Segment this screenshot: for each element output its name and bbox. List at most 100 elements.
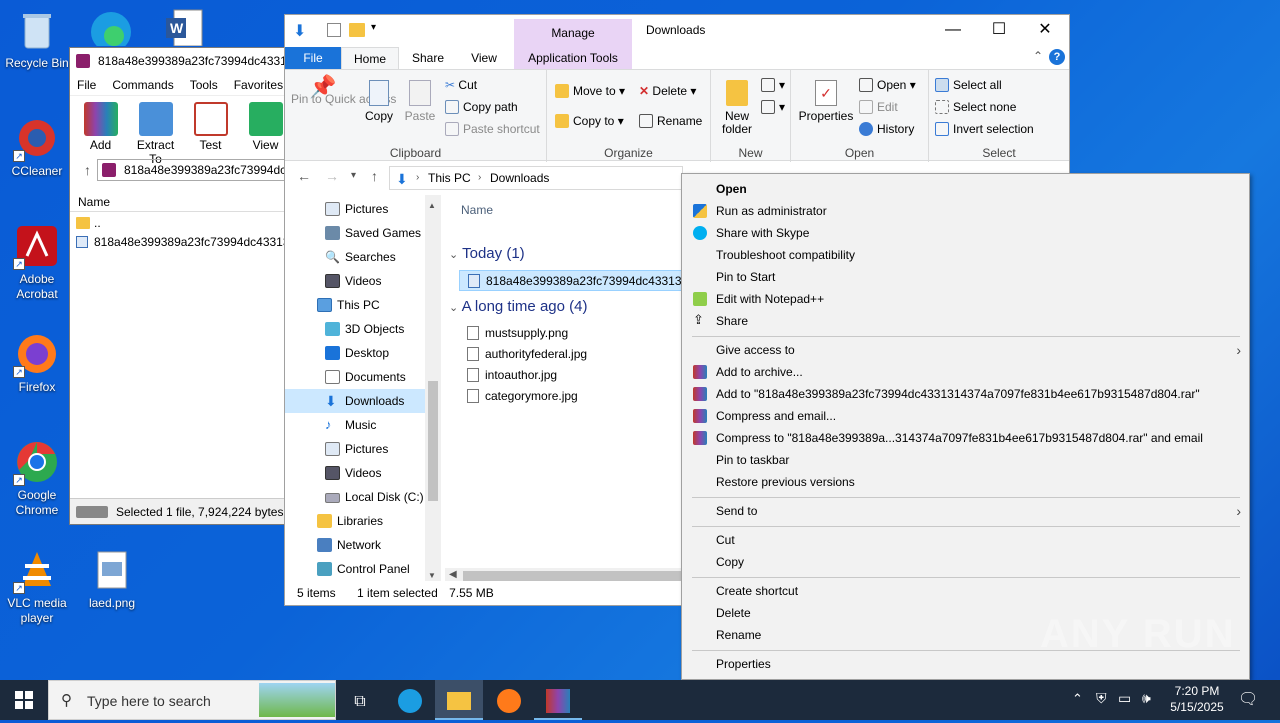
paste-shortcut-button[interactable]: Paste shortcut [445, 122, 540, 136]
collapse-ribbon-icon[interactable]: ⌃ [1033, 49, 1043, 63]
menu-item-share-skype[interactable]: Share with Skype [682, 222, 1249, 244]
show-hidden-icons-chevron-icon[interactable]: ⌃ [1072, 691, 1083, 707]
menu-item-troubleshoot[interactable]: Troubleshoot compatibility [682, 244, 1249, 266]
new-folder-quick-icon[interactable] [349, 23, 365, 37]
tab-home[interactable]: Home [341, 47, 399, 69]
nav-item-control-panel[interactable]: Control Panel [285, 557, 425, 581]
winrar-column-name[interactable]: Name [70, 192, 290, 212]
delete-button[interactable]: ✕ Delete ▾ [639, 84, 696, 98]
menu-item-compress-email[interactable]: Compress and email... [682, 405, 1249, 427]
move-to-button[interactable]: Move to ▾ [555, 84, 625, 98]
up-arrow-icon[interactable]: ↑ [371, 168, 378, 184]
menu-item-send-to[interactable]: Send to › [682, 500, 1249, 522]
history-button[interactable]: History [859, 122, 914, 136]
menu-item-add-to-rar[interactable]: Add to "818a48e399389a23fc73994dc4331314… [682, 383, 1249, 405]
winrar-path-field[interactable]: 818a48e399389a23fc73994dc4331 [97, 159, 290, 181]
menu-item-share[interactable]: ⇪ Share [682, 310, 1249, 332]
customize-dropdown-icon[interactable]: ▾ [371, 22, 376, 33]
tab-file[interactable]: File [285, 47, 341, 69]
scroll-down-icon[interactable]: ▼ [428, 571, 436, 580]
scroll-left-icon[interactable]: ◀ [449, 569, 457, 580]
taskbar-search-box[interactable]: ⚲ Type here to search [48, 680, 336, 720]
menu-item-restore-versions[interactable]: Restore previous versions [682, 471, 1249, 493]
copy-to-button[interactable]: Copy to ▾ [555, 114, 624, 128]
nav-scrollbar-thumb[interactable] [428, 381, 438, 501]
menu-item-give-access[interactable]: Give access to › [682, 339, 1249, 361]
menu-commands[interactable]: Commands [112, 78, 173, 92]
nav-item-network[interactable]: Network [285, 533, 425, 557]
breadcrumb-this-pc[interactable]: This PC [428, 167, 471, 189]
volume-icon[interactable]: 🕪 [1142, 690, 1151, 707]
rename-button[interactable]: Rename [639, 114, 702, 128]
new-item-button[interactable]: ▾ [761, 78, 785, 92]
desktop-icon-firefox[interactable]: ↗ Firefox [0, 332, 74, 395]
menu-item-pin-to-taskbar[interactable]: Pin to taskbar [682, 449, 1249, 471]
list-item[interactable]: 818a48e399389a23fc73994dc4331314 [70, 233, 290, 252]
desktop-icon-recycle-bin[interactable]: Recycle Bin [0, 8, 74, 71]
start-button[interactable] [0, 680, 48, 720]
menu-file[interactable]: File [77, 78, 96, 92]
network-icon[interactable]: ▭ [1118, 690, 1131, 707]
menu-tools[interactable]: Tools [190, 78, 218, 92]
properties-button[interactable]: ✓ Properties [797, 80, 855, 123]
file-item[interactable]: categorymore.jpg [467, 386, 578, 407]
nav-item-downloads[interactable]: ⬇ Downloads [285, 389, 425, 413]
menu-item-open[interactable]: Open [682, 178, 1249, 200]
paste-button[interactable]: Paste [403, 80, 437, 123]
security-icon[interactable]: ⛨ [1096, 690, 1107, 707]
file-item[interactable]: authorityfederal.jpg [467, 344, 587, 365]
menu-item-copy[interactable]: Copy [682, 551, 1249, 573]
pin-to-quick-access-button[interactable]: 📌 Pin to Quick access [291, 76, 396, 106]
add-button[interactable]: Add [76, 102, 125, 154]
open-button[interactable]: Open ▾ [859, 78, 916, 92]
new-folder-button[interactable]: New folder [717, 80, 757, 136]
desktop-icon-ccleaner[interactable]: ↗ CCleaner [0, 116, 74, 179]
file-item[interactable]: mustsupply.png [467, 323, 568, 344]
tab-share[interactable]: Share [403, 47, 453, 69]
winrar-title-bar[interactable]: 818a48e399389a23fc73994dc43313 [70, 48, 290, 74]
test-button[interactable]: Test [186, 102, 235, 154]
winrar-window[interactable]: 818a48e399389a23fc73994dc43313 File Comm… [69, 47, 291, 525]
word-document-icon[interactable]: W [164, 8, 204, 47]
tab-application-tools[interactable]: Application Tools [514, 47, 632, 69]
select-none-button[interactable]: Select none [935, 100, 1016, 114]
nav-item-videos-2[interactable]: Videos [285, 461, 425, 485]
desktop-icon-google-chrome[interactable]: ↗ Google Chrome [0, 440, 74, 518]
help-icon[interactable]: ? [1049, 49, 1065, 65]
explorer-title-bar[interactable]: ⬇ ▾ Manage Downloads — ☐ ✕ [285, 15, 1069, 47]
select-all-button[interactable]: Select all [935, 78, 1002, 92]
close-button[interactable]: ✕ [1022, 15, 1068, 45]
horizontal-scrollbar-thumb[interactable] [463, 571, 683, 581]
group-header-today[interactable]: ⌄ Today (1) [449, 245, 525, 262]
tab-view[interactable]: View [459, 47, 509, 69]
clock[interactable]: 7:20 PM 5/15/2025 [1166, 683, 1228, 715]
scroll-up-icon[interactable]: ▲ [428, 201, 436, 210]
nav-item-pictures-2[interactable]: Pictures [285, 437, 425, 461]
menu-item-create-shortcut[interactable]: Create shortcut [682, 580, 1249, 602]
menu-item-add-to-archive[interactable]: Add to archive... [682, 361, 1249, 383]
up-arrow-icon[interactable]: ↑ [84, 162, 91, 178]
menu-item-run-as-admin[interactable]: Run as administrator [682, 200, 1249, 222]
nav-item-saved-games[interactable]: Saved Games [285, 221, 425, 245]
list-item[interactable]: .. [70, 214, 290, 233]
nav-item-documents[interactable]: Documents [285, 365, 425, 389]
properties-quick-icon[interactable] [327, 23, 341, 37]
menu-item-pin-to-start[interactable]: Pin to Start [682, 266, 1249, 288]
nav-item-local-disk[interactable]: Local Disk (C:) [285, 485, 425, 509]
quick-access-down-arrow-icon[interactable]: ⬇ [293, 21, 306, 41]
file-item-selected[interactable]: 818a48e399389a23fc73994dc433131437 [459, 270, 689, 291]
breadcrumb-downloads[interactable]: Downloads [490, 167, 549, 189]
edge-desktop-icon[interactable] [88, 8, 134, 52]
task-view-button[interactable]: ⧉ [336, 680, 384, 720]
nav-item-desktop[interactable]: Desktop [285, 341, 425, 365]
nav-item-this-pc[interactable]: This PC [285, 293, 425, 317]
menu-item-edit-notepadpp[interactable]: Edit with Notepad++ [682, 288, 1249, 310]
taskbar-file-explorer[interactable] [435, 680, 483, 720]
group-header-long-ago[interactable]: ⌄ A long time ago (4) [449, 298, 587, 315]
desktop-icon-adobe-acrobat[interactable]: ↗ Adobe Acrobat [0, 224, 74, 302]
desktop-icon-laed-png[interactable]: laed.png [75, 548, 149, 611]
notifications-icon[interactable]: 🗨 [1238, 689, 1258, 709]
nav-scrollbar[interactable]: ▲ ▼ [425, 195, 441, 585]
nav-item-3d-objects[interactable]: 3D Objects [285, 317, 425, 341]
edit-button[interactable]: Edit [859, 100, 898, 114]
